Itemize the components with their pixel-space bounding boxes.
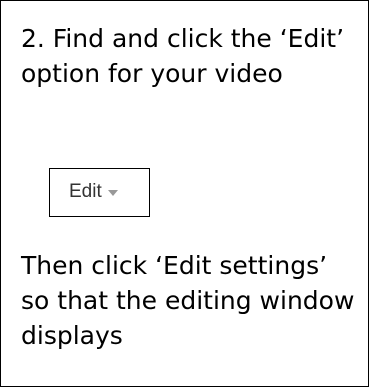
step-followup-text: Then click ‘Edit settings’ so that the e…: [21, 251, 355, 350]
edit-button-label: Edit: [69, 181, 102, 202]
instruction-card: 2. Find and click the ‘Edit’ option for …: [0, 0, 369, 387]
edit-button[interactable]: Edit: [49, 168, 150, 217]
step-intro-text: 2. Find and click the ‘Edit’ option for …: [21, 24, 345, 88]
caret-down-icon: [108, 190, 118, 196]
